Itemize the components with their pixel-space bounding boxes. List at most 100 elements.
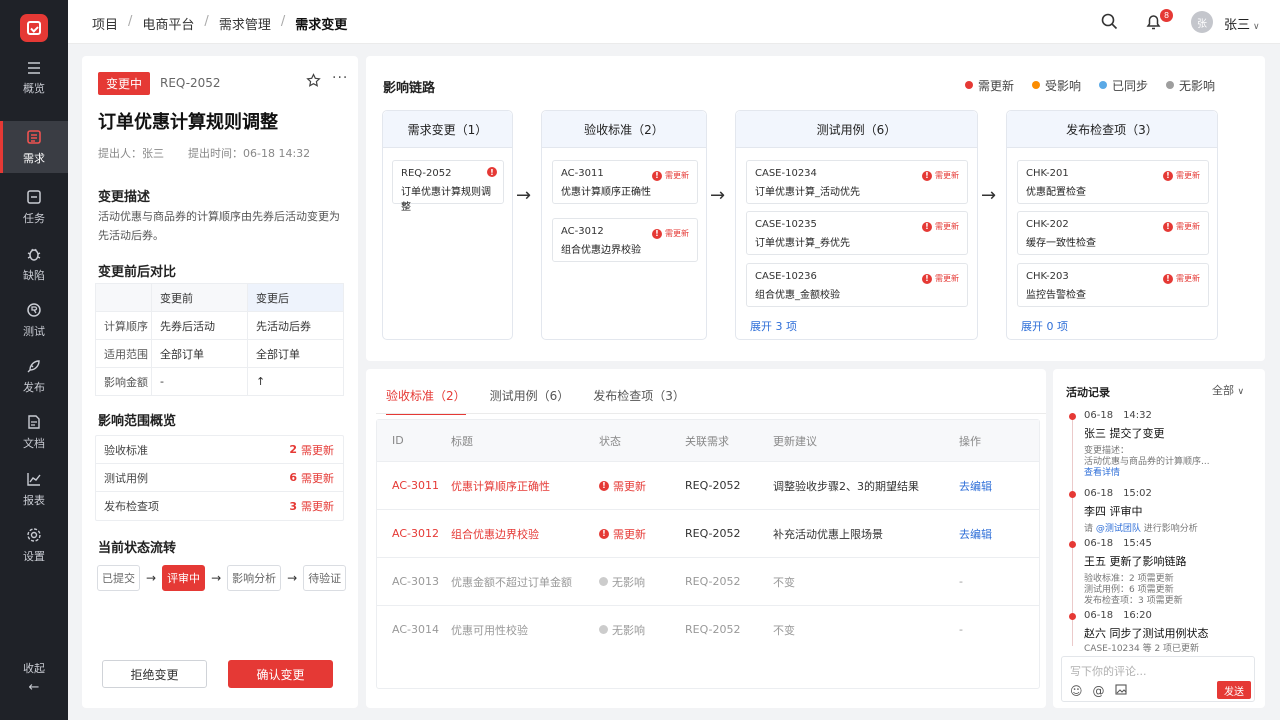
event-time: 06-18 16:20 — [1084, 610, 1152, 621]
item-id[interactable]: AC-3012 — [377, 527, 451, 540]
breadcrumb-separator: / — [280, 14, 286, 29]
scope-count: 2 — [289, 443, 297, 456]
table-header-row: 变更前 变更后 — [95, 283, 344, 312]
compare-table: 变更前 变更后 计算顺序 先券后活动 先活动后券 适用范围 全部订单 全部订单 … — [95, 283, 344, 396]
nav-item-docs[interactable]: 文档 — [0, 406, 68, 458]
menu-icon — [26, 61, 42, 75]
scope-name: 验收标准 — [104, 443, 148, 457]
tab-release-checks[interactable]: 发布检查项（3） — [593, 387, 685, 415]
send-button[interactable]: 发送 — [1217, 681, 1251, 699]
chain-card[interactable]: REQ-2052 订单优惠计算规则调整 ! — [392, 160, 504, 213]
legend-item: 需更新 — [965, 77, 1014, 94]
nav-item-tasks[interactable]: 任务 — [0, 181, 68, 233]
confirm-change-button[interactable]: 确认变更 — [228, 660, 333, 688]
expand-link[interactable]: 展开 0 项 — [1021, 318, 1068, 334]
event-detail: 验收标准：2 项需更新 测试用例：6 项需更新 发布检查项：3 项需更新 — [1084, 574, 1183, 606]
item-id[interactable]: AC-3014 — [377, 623, 451, 636]
linked-requirement: REQ-2052 — [685, 623, 741, 636]
timeline-dot — [1069, 541, 1076, 548]
alert-icon: ! — [599, 480, 609, 491]
reject-change-button[interactable]: 拒绝变更 — [102, 660, 207, 688]
chain-card[interactable]: AC-3012 组合优惠边界校验 ! 需更新 — [552, 218, 698, 262]
nav-label: 报表 — [23, 493, 45, 507]
scope-row[interactable]: 测试用例 6 需更新 — [96, 464, 343, 492]
nav-label: 发布 — [23, 380, 45, 394]
table-row[interactable]: AC-3013 优惠金额不超过订单金额 无影响 REQ-2052 不变 - — [377, 557, 1039, 605]
edit-link[interactable]: 去编辑 — [959, 526, 1019, 542]
chain-column-requirement: 需求变更（1） REQ-2052 订单优惠计算规则调整 ! — [382, 110, 513, 340]
section-title: 变更描述 — [98, 190, 151, 205]
expand-link[interactable]: 展开 3 项 — [750, 318, 797, 334]
edit-link[interactable]: 去编辑 — [959, 478, 1019, 494]
collapse-sidebar-button[interactable]: 收起 ← — [0, 660, 68, 695]
test-icon — [26, 302, 42, 318]
mention-icon[interactable]: @ — [1093, 684, 1105, 698]
mention-link[interactable]: @测试团队 — [1096, 524, 1141, 534]
comment-input[interactable]: 写下你的评论... — [1070, 663, 1147, 679]
table-header: 变更后 — [247, 283, 344, 312]
emoji-icon[interactable]: ☺ — [1070, 684, 1083, 698]
status-flag: ! 需更新 — [652, 170, 689, 181]
scope-label: 需更新 — [301, 471, 334, 485]
legend-item: 已同步 — [1099, 77, 1148, 94]
nav-item-defects[interactable]: 缺陷 — [0, 238, 68, 290]
nav-item-settings[interactable]: 设置 — [0, 519, 68, 571]
more-icon[interactable]: ··· — [332, 70, 348, 86]
chain-card[interactable]: AC-3011 优惠计算顺序正确性 ! 需更新 — [552, 160, 698, 204]
table-header: 标题 — [451, 434, 473, 448]
alert-icon: ! — [487, 167, 497, 177]
chain-card[interactable]: CASE-10235 订单优惠计算_券优先 ! 需更新 — [746, 211, 968, 255]
user-menu[interactable]: 张三 ∨ — [1224, 14, 1260, 33]
submit-meta: 提出人：张三 提出时间：06-18 14:32 — [98, 145, 310, 161]
view-detail-link[interactable]: 查看详情 — [1084, 468, 1259, 479]
chain-card[interactable]: CASE-10234 订单优惠计算_活动优先 ! 需更新 — [746, 160, 968, 204]
table-cell: 先活动后券 — [247, 311, 344, 340]
scope-row[interactable]: 验收标准 2 需更新 — [96, 436, 343, 464]
activity-filter-dropdown[interactable]: 全部 ∨ — [1212, 382, 1244, 398]
legend: 需更新 受影响 已同步 无影响 — [965, 77, 1215, 94]
comment-box[interactable]: 写下你的评论... ☺ @ 发送 — [1061, 656, 1255, 702]
image-icon[interactable] — [1114, 684, 1127, 698]
item-title[interactable]: 组合优惠边界校验 — [451, 526, 599, 542]
nav-item-testing[interactable]: 测试 — [0, 294, 68, 346]
linked-requirement: REQ-2052 — [685, 479, 741, 492]
tab-testcases[interactable]: 测试用例（6） — [490, 387, 570, 415]
app-logo[interactable] — [20, 14, 48, 42]
activity-panel: 活动记录 全部 ∨ 06-18 14:32 张三 提交了变更 变更描述： 活动优惠… — [1053, 369, 1265, 708]
table-row[interactable]: AC-3012 组合优惠边界校验 ! 需更新 REQ-2052 补充活动优惠上限场… — [377, 509, 1039, 557]
avatar[interactable]: 张 — [1191, 11, 1213, 33]
nav-item-reports[interactable]: 报表 — [0, 463, 68, 515]
breadcrumb-item[interactable]: 电商平台 — [142, 14, 194, 33]
page-title: 订单优惠计算规则调整 — [98, 112, 278, 133]
chain-card[interactable]: CASE-10236 组合优惠_金额校验 ! 需更新 — [746, 263, 968, 307]
tab-acceptance[interactable]: 验收标准（2） — [386, 387, 466, 415]
card-name: 订单优惠计算_活动优先 — [755, 187, 860, 198]
breadcrumb-item[interactable]: 项目 — [92, 14, 118, 33]
arrow-right-icon: → — [211, 571, 222, 585]
checkbox-icon — [26, 189, 42, 205]
item-title[interactable]: 优惠金额不超过订单金额 — [451, 574, 599, 590]
scope-row[interactable]: 发布检查项 3 需更新 — [96, 492, 343, 520]
event-title: 王五 更新了影响链路 — [1084, 555, 1187, 568]
chain-card[interactable]: CHK-202 缓存一致性检查 ! 需更新 — [1017, 211, 1209, 255]
item-id[interactable]: AC-3013 — [377, 575, 451, 588]
bug-icon — [26, 246, 42, 262]
card-name: 优惠计算顺序正确性 — [561, 187, 651, 198]
chain-card[interactable]: CHK-201 优惠配置检查 ! 需更新 — [1017, 160, 1209, 204]
change-description: 活动优惠与商品券的计算顺序由先券后活动变更为先活动后券。 — [98, 210, 340, 242]
item-title[interactable]: 优惠可用性校验 — [451, 622, 599, 638]
nav-item-requirements[interactable]: 需求 — [0, 121, 68, 173]
nav-item-overview[interactable]: 概览 — [0, 52, 68, 104]
table-row[interactable]: AC-3014 优惠可用性校验 无影响 REQ-2052 不变 - — [377, 605, 1039, 653]
arrow-right-icon: → — [710, 185, 726, 206]
item-title[interactable]: 优惠计算顺序正确性 — [451, 478, 599, 494]
nav-item-release[interactable]: 发布 — [0, 350, 68, 402]
chain-card[interactable]: CHK-203 监控告警检查 ! 需更新 — [1017, 263, 1209, 307]
table-row: 计算顺序 先券后活动 先活动后券 — [95, 311, 344, 340]
search-icon[interactable] — [1101, 13, 1118, 33]
table-row[interactable]: AC-3011 优惠计算顺序正确性 ! 需更新 REQ-2052 调整验收步骤2、… — [377, 461, 1039, 509]
section-title: 变更前后对比 — [98, 265, 177, 280]
item-id[interactable]: AC-3011 — [377, 479, 451, 492]
star-icon[interactable] — [306, 73, 321, 91]
breadcrumb-item[interactable]: 需求管理 — [219, 14, 271, 33]
